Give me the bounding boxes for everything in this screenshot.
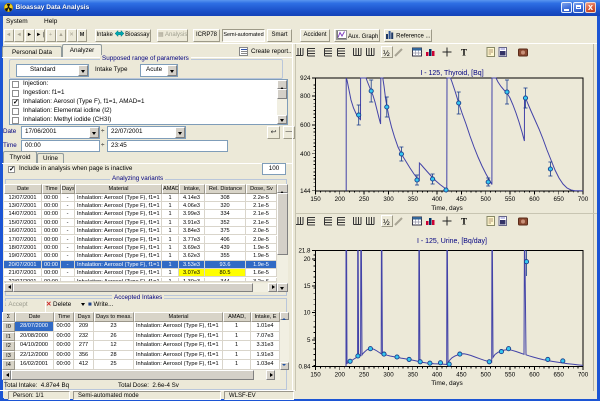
svg-text:650: 650 [554,372,565,379]
svg-text:650: 650 [554,196,565,203]
svg-text:350: 350 [408,196,419,203]
svg-text:½: ½ [383,49,390,58]
svg-text:T: T [461,48,467,58]
svg-text:600: 600 [529,196,540,203]
svg-text:T: T [461,217,467,227]
svg-text:800: 800 [300,93,311,100]
svg-text:400: 400 [300,151,311,158]
svg-text:144: 144 [300,188,311,195]
svg-text:350: 350 [408,372,419,379]
svg-text:I - 125, Urine, [Bq/day]: I - 125, Urine, [Bq/day] [417,238,487,245]
svg-text:I - 125, Thyroid, [Bq]: I - 125, Thyroid, [Bq] [420,70,483,77]
svg-text:400: 400 [432,196,443,203]
svg-text:600: 600 [300,122,311,129]
svg-text:0.84: 0.84 [298,364,311,371]
svg-text:10: 10 [304,310,311,317]
svg-text:20: 20 [304,256,311,263]
svg-text:700: 700 [578,372,589,379]
svg-text:15: 15 [304,283,311,290]
svg-text:450: 450 [456,372,467,379]
svg-text:150: 150 [310,372,321,379]
svg-text:500: 500 [481,196,492,203]
svg-text:200: 200 [335,372,346,379]
svg-text:550: 550 [505,372,516,379]
svg-text:924: 924 [300,75,311,82]
svg-text:5: 5 [307,337,311,344]
svg-text:Time, days: Time, days [431,380,463,387]
svg-text:21.8: 21.8 [298,248,311,255]
svg-text:550: 550 [505,196,516,203]
svg-text:Time, days: Time, days [431,205,463,212]
svg-text:200: 200 [335,196,346,203]
svg-text:500: 500 [481,372,492,379]
svg-text:½: ½ [383,218,390,227]
svg-text:600: 600 [529,372,540,379]
svg-text:150: 150 [310,196,321,203]
svg-text:450: 450 [456,196,467,203]
svg-text:250: 250 [359,196,370,203]
svg-text:250: 250 [359,372,370,379]
svg-text:700: 700 [578,196,589,203]
svg-text:300: 300 [383,196,394,203]
svg-text:400: 400 [432,372,443,379]
svg-text:300: 300 [383,372,394,379]
